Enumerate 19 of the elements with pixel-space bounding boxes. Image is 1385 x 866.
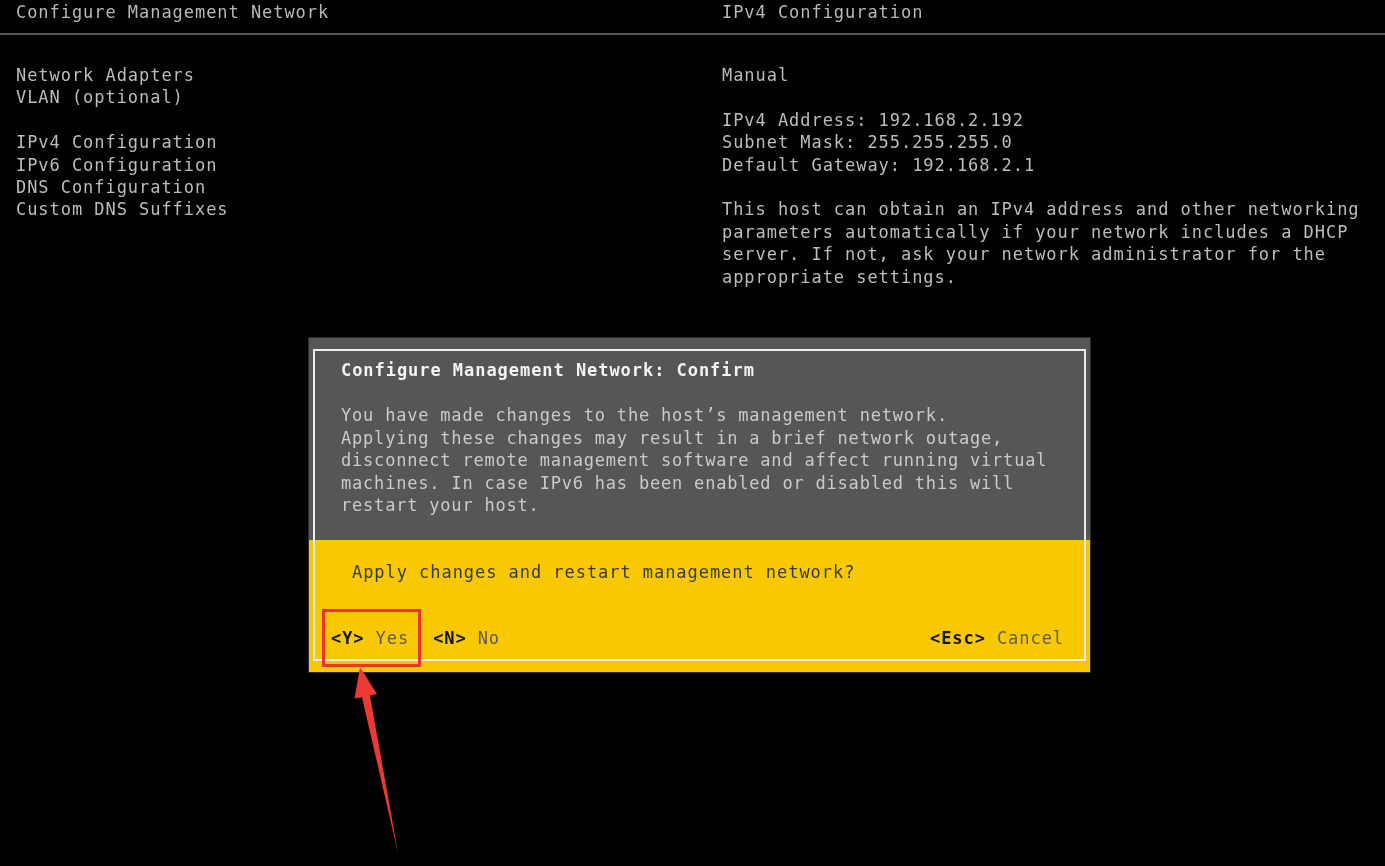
setting-text: Default Gateway: 192.168.2.1 [722,153,1036,176]
dialog-question: Apply changes and restart management network? [351,561,857,584]
dialog-message: You have made changes to the host’s management network. Applying these changes may result in a brief network outage, disconnect remote management software and affect running virtual machines. In case IPv6 has been enabled or disabled this will restart your host. [341,404,1049,517]
menu-item[interactable]: Network Adapters [16,64,195,87]
screen-title: Configure Management Network [16,1,331,24]
setting-text: IPv4 Address: 192.168.2.192 [722,108,1024,132]
menu-item[interactable]: VLAN (optional) [16,86,184,109]
menu-item[interactable]: IPv6 Configuration [16,153,218,176]
panel-title: IPv4 Configuration [722,1,925,24]
mode-text: Manual [722,64,790,87]
dialog-action-button[interactable]: <Esc> Cancel [920,609,1076,668]
menu-item[interactable]: Custom DNS Suffixes [16,198,229,221]
dialog-title: Configure Management Network: Confirm [341,359,756,382]
dialog-action-button[interactable]: <Y> Yes [322,609,422,668]
dialog-action-button[interactable]: <N> No [424,609,513,668]
menu-item[interactable]: IPv4 Configuration [16,131,218,154]
menu-item[interactable]: DNS Configuration [16,176,207,199]
description-text: This host can obtain an IPv4 address and other networking parameters automatically if your network includes a DHCP server. If not, ask your network administrator for the appropriate settings. [722,198,1361,289]
setting-text: Subnet Mask: 255.255.255.0 [722,131,1013,154]
